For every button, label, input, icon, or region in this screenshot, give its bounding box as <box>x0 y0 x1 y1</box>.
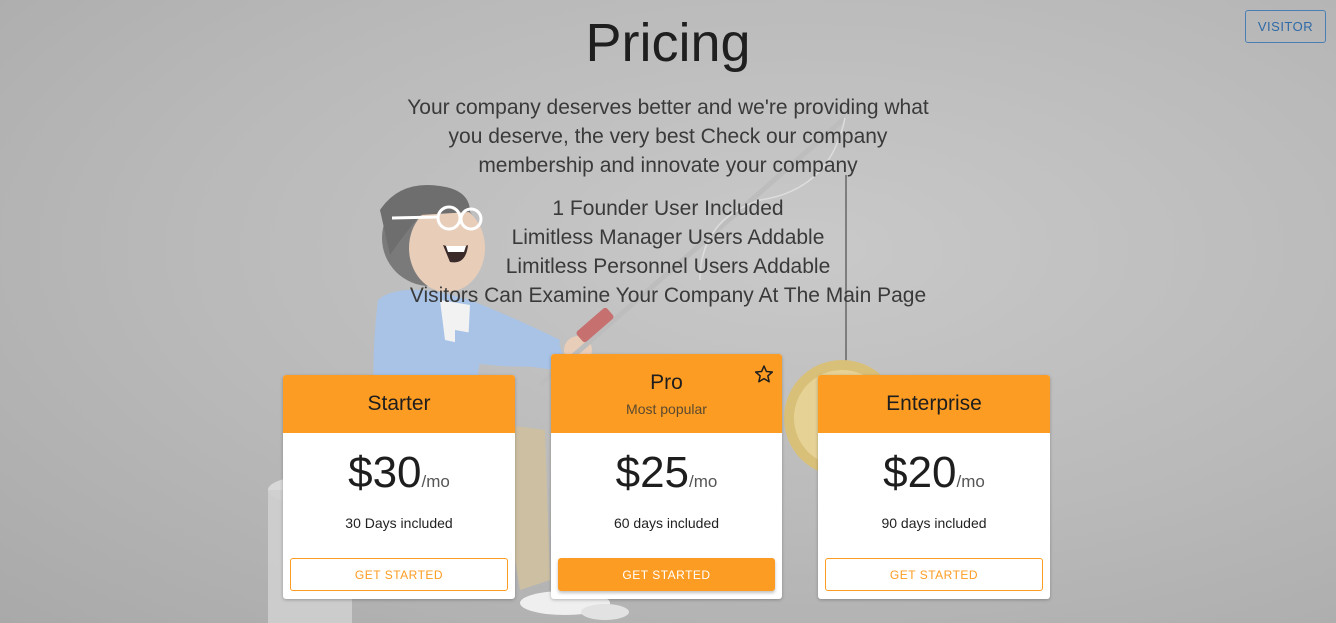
star-outline-icon <box>754 365 774 383</box>
plan-price-row: $30/mo <box>283 447 515 499</box>
plan-title: Pro <box>650 370 683 394</box>
plan-included: 30 Days included <box>345 515 453 531</box>
plan-title: Starter <box>367 392 431 415</box>
plan-included: 90 days included <box>881 515 987 531</box>
get-started-button-starter[interactable]: GET STARTED <box>290 558 508 591</box>
feature-item: 1 Founder User Included <box>552 197 784 220</box>
plan-period: /mo <box>956 472 985 491</box>
plan-header: Enterprise <box>818 375 1050 433</box>
plan-card-enterprise: Enterprise $20/mo 90 days included GET S… <box>818 375 1050 599</box>
get-started-button-enterprise[interactable]: GET STARTED <box>825 558 1043 591</box>
intro-text: Your company deserves better and we're p… <box>407 96 929 177</box>
plan-price-row: $25/mo <box>551 447 782 499</box>
plan-title: Enterprise <box>886 392 982 415</box>
plan-period: /mo <box>689 472 718 491</box>
plan-card-pro: Pro Most popular $25/mo 60 days included… <box>551 354 782 599</box>
plan-period: /mo <box>421 472 450 491</box>
plan-header: Starter <box>283 375 515 433</box>
plan-header: Pro Most popular <box>551 354 782 433</box>
feature-item: Limitless Manager Users Addable <box>511 226 825 249</box>
page-title: Pricing <box>585 13 751 73</box>
feature-item: Limitless Personnel Users Addable <box>505 255 831 278</box>
feature-item: Visitors Can Examine Your Company At The… <box>409 284 927 307</box>
plan-included: 60 days included <box>613 515 720 531</box>
plan-price-row: $20/mo <box>818 447 1050 499</box>
plan-price: $25 <box>615 448 690 497</box>
plan-subtitle: Most popular <box>626 400 707 417</box>
plan-price: $30 <box>348 448 422 497</box>
feature-list: 1 Founder User Included Limitless Manage… <box>300 194 1036 310</box>
get-started-button-pro[interactable]: GET STARTED <box>558 558 775 591</box>
plan-price: $20 <box>883 448 957 497</box>
plan-card-starter: Starter $30/mo 30 Days included GET STAR… <box>283 375 515 599</box>
